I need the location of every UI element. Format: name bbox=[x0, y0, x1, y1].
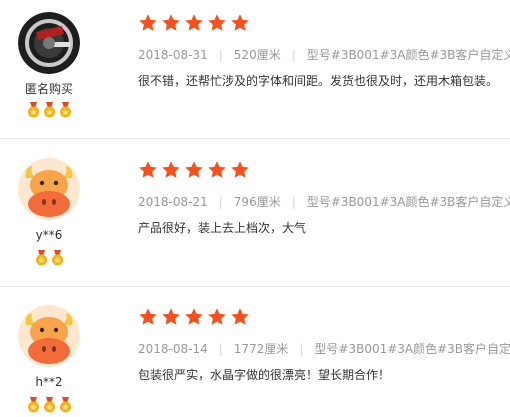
review-meta: 2018-08-14 | 1772厘米 | 型号#3B001#3A颜色#3B客户… bbox=[138, 340, 510, 357]
star-rating bbox=[138, 13, 250, 33]
user-name: h**2 bbox=[35, 375, 63, 389]
review-spec: 型号#3B001#3A颜色#3B客户自定义 bbox=[314, 342, 510, 356]
medal-icon bbox=[59, 102, 71, 118]
meta-separator: | bbox=[291, 194, 296, 209]
star-icon bbox=[231, 161, 249, 178]
star-icon bbox=[139, 308, 157, 325]
medal-icon bbox=[27, 397, 39, 413]
avatar[interactable] bbox=[18, 158, 80, 220]
user-name: y**6 bbox=[35, 228, 63, 242]
star-rating bbox=[138, 160, 250, 180]
review-spec: 型号#3B001#3A颜色#3B客户自定义 bbox=[306, 48, 510, 62]
review-text: 产品很好，装上去上档次，大气 bbox=[138, 221, 307, 235]
star-icon bbox=[185, 308, 203, 325]
user-level-medals bbox=[0, 102, 98, 118]
medal-icon bbox=[35, 250, 47, 266]
star-icon bbox=[162, 308, 180, 325]
star-icon bbox=[208, 161, 226, 178]
star-icon bbox=[208, 14, 226, 31]
review-length: 520厘米 bbox=[233, 48, 281, 62]
medal-icon bbox=[43, 397, 55, 413]
medal-icon bbox=[59, 397, 71, 413]
star-icon bbox=[162, 14, 180, 31]
user-level-medals bbox=[0, 250, 98, 266]
star-icon bbox=[162, 161, 180, 178]
user-level-medals bbox=[0, 397, 98, 413]
meta-separator: | bbox=[291, 47, 296, 62]
divider bbox=[0, 286, 510, 287]
review-text: 很不错，还帮忙涉及的字体和间距。发货也很及时，还用木箱包装。 bbox=[138, 74, 499, 88]
review-meta: 2018-08-21 | 796厘米 | 型号#3B001#3A颜色#3B客户自… bbox=[138, 193, 510, 210]
meta-separator: | bbox=[218, 341, 223, 356]
review-date: 2018-08-14 bbox=[138, 341, 208, 356]
review-date: 2018-08-31 bbox=[138, 47, 208, 62]
bull-avatar-icon bbox=[18, 158, 80, 220]
star-rating bbox=[138, 307, 250, 327]
review-length: 796厘米 bbox=[233, 195, 281, 209]
meta-separator: | bbox=[218, 194, 223, 209]
meta-separator: | bbox=[218, 47, 223, 62]
user-name: 匿名购买 bbox=[24, 82, 73, 96]
star-icon bbox=[139, 161, 157, 178]
review-meta: 2018-08-31 | 520厘米 | 型号#3B001#3A颜色#3B客户自… bbox=[138, 46, 510, 63]
review-text: 包装很严实，水晶字做的很漂亮！望长期合作！ bbox=[138, 368, 391, 382]
review-length: 1772厘米 bbox=[233, 342, 289, 356]
review-date: 2018-08-21 bbox=[138, 194, 208, 209]
avatar[interactable] bbox=[18, 305, 80, 367]
avatar[interactable] bbox=[18, 12, 80, 74]
star-icon bbox=[231, 14, 249, 31]
medal-icon bbox=[43, 102, 55, 118]
meta-separator: | bbox=[299, 341, 304, 356]
medal-icon bbox=[51, 250, 63, 266]
star-icon bbox=[208, 308, 226, 325]
dark-circle-logo-avatar-icon bbox=[18, 12, 80, 74]
bull-avatar-icon bbox=[18, 305, 80, 367]
star-icon bbox=[231, 308, 249, 325]
star-icon bbox=[139, 14, 157, 31]
star-icon bbox=[185, 161, 203, 178]
review-spec: 型号#3B001#3A颜色#3B客户自定义 bbox=[306, 195, 510, 209]
star-icon bbox=[185, 14, 203, 31]
medal-icon bbox=[27, 102, 39, 118]
divider bbox=[0, 138, 510, 139]
